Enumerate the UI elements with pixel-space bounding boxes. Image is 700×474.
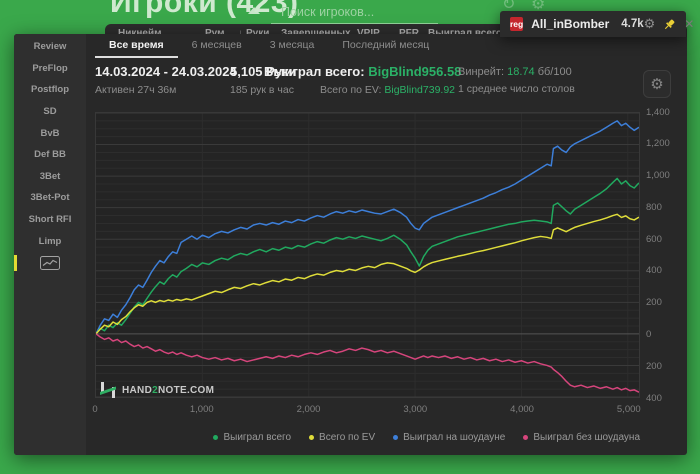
x-tick-label: 0 <box>92 404 98 415</box>
pin-icon[interactable] <box>663 18 676 31</box>
title-dropdown-caret-icon[interactable] <box>248 7 260 14</box>
chart-plot <box>95 112 640 398</box>
sidebar-item-short-rfi[interactable]: Short RFI <box>14 209 86 231</box>
player-popup-header: reg All_inBomber 4.7k ⚙ ✕ <box>500 11 694 37</box>
y-tick-label: 1,200 <box>646 138 670 150</box>
won-total-label: Выиграл всего: <box>264 64 365 79</box>
popup-gear-icon[interactable]: ⚙ <box>644 16 656 32</box>
ev-label: Всего по EV: <box>320 84 382 96</box>
series-ev-total <box>96 213 639 335</box>
sidebar-item-bvb[interactable]: BvB <box>14 122 86 144</box>
graph-settings-button[interactable]: ⚙ <box>643 70 671 98</box>
legend-item-won-nonshowdown[interactable]: Выиграл без шоудауна <box>523 432 640 443</box>
winrate-value: 18.74 <box>507 66 535 78</box>
ev-value: BigBlind739.92 <box>384 84 455 96</box>
player-detail-panel: Review PreFlop Postflop SD BvB Def BB 3Bet 3Bet… <box>14 34 687 455</box>
won-total-value: BigBlind956.58 <box>368 64 462 79</box>
search-box <box>271 1 442 24</box>
sidebar-item-def-bb[interactable]: Def BB <box>14 144 86 166</box>
search-input[interactable] <box>281 5 442 19</box>
player-hands-count: 4.7k <box>621 18 644 30</box>
sidebar-item-3bet[interactable]: 3Bet <box>14 166 86 188</box>
tab-3[interactable]: 3 месяца <box>256 34 329 58</box>
active-time: Активен 27ч 36м <box>95 84 177 96</box>
legend-label: Выиграл на шоудауне <box>403 432 506 443</box>
legend-dot-icon <box>309 435 315 440</box>
y-tick-label: 200 <box>646 360 662 372</box>
tab-2[interactable]: 6 месяцев <box>178 34 256 58</box>
tab-1-active[interactable]: Все время <box>95 34 178 58</box>
sidebar-item-3bet-pot[interactable]: 3Bet-Pot <box>14 187 86 209</box>
legend-label: Выиграл без шоудауна <box>533 432 640 443</box>
winrate-unit: бб/100 <box>537 66 572 78</box>
hand2note-logo-text: HAND2NOTE.COM <box>122 384 215 396</box>
y-tick-label: 200 <box>646 297 662 309</box>
sidebar: Review PreFlop Postflop SD BvB Def BB 3Bet 3Bet… <box>14 34 86 455</box>
legend-dot-icon <box>213 435 219 440</box>
hand2note-logo: HAND2NOTE.COM <box>100 382 214 398</box>
legend: Выиграл всего Всего по EV Выиграл на шоуда… <box>95 432 640 443</box>
legend-item-won-total[interactable]: Выиграл всего <box>213 432 291 443</box>
legend-label: Всего по EV <box>319 432 376 443</box>
x-tick-label: 2,000 <box>296 404 321 415</box>
sidebar-item-sd[interactable]: SD <box>14 101 86 123</box>
x-tick-label: 5,000 <box>616 404 641 415</box>
hand2note-logo-icon <box>100 382 116 398</box>
sidebar-item-graph[interactable] <box>14 252 86 274</box>
legend-dot-icon <box>393 435 399 440</box>
stat-winrate: Винрейт: 18.74 бб/100 1 среднее число ст… <box>458 66 575 95</box>
y-tick-label: 800 <box>646 201 662 213</box>
x-axis-labels: 0 1,000 2,000 3,000 4,000 5,000 <box>92 404 640 418</box>
y-tick-label: 600 <box>646 233 662 245</box>
close-icon[interactable]: ✕ <box>684 17 694 31</box>
legend-item-won-showdown[interactable]: Выиграл на шоудауне <box>393 432 505 443</box>
x-tick-label: 4,000 <box>510 404 534 415</box>
winrate-label: Винрейт: <box>458 66 505 78</box>
sidebar-item-limp[interactable]: Limp <box>14 230 86 252</box>
sidebar-item-preflop[interactable]: PreFlop <box>14 58 86 80</box>
sidebar-item-review[interactable]: Review <box>14 36 86 58</box>
avg-tables: 1 среднее число столов <box>458 83 575 95</box>
stat-date-range: 14.03.2024 - 24.03.2024 Активен 27ч 36м <box>95 64 237 96</box>
player-type-badge: reg <box>510 17 524 31</box>
tab-4[interactable]: Последний месяц <box>328 34 443 58</box>
y-tick-label: 0 <box>646 328 652 340</box>
player-name: All_inBomber <box>531 17 610 31</box>
sidebar-list: Review PreFlop Postflop SD BvB Def BB 3Bet 3Bet… <box>14 36 86 274</box>
y-tick-label: 400 <box>646 265 662 277</box>
x-tick-label: 1,000 <box>189 404 214 415</box>
legend-dot-icon <box>523 435 529 440</box>
y-axis-labels: 1,400 1,200 1,000 800 600 400 200 0 200 400 <box>646 107 694 404</box>
y-tick-label: 400 <box>646 392 662 404</box>
legend-label: Выиграл всего <box>223 432 292 443</box>
y-tick-label: 1,000 <box>646 170 670 182</box>
legend-item-ev-total[interactable]: Всего по EV <box>309 432 375 443</box>
sidebar-item-postflop[interactable]: Postflop <box>14 79 86 101</box>
stat-winnings: Выиграл всего: BigBlind956.58 Всего по E… <box>264 64 461 96</box>
date-range: 14.03.2024 - 24.03.2024 <box>95 64 237 79</box>
x-tick-label: 3,000 <box>403 404 428 415</box>
chart-svg <box>96 113 639 397</box>
tabs-row: Все время 6 месяцев 3 месяца Последний меся… <box>86 34 687 58</box>
graph-icon <box>40 255 60 270</box>
y-tick-label: 1,400 <box>646 106 670 118</box>
